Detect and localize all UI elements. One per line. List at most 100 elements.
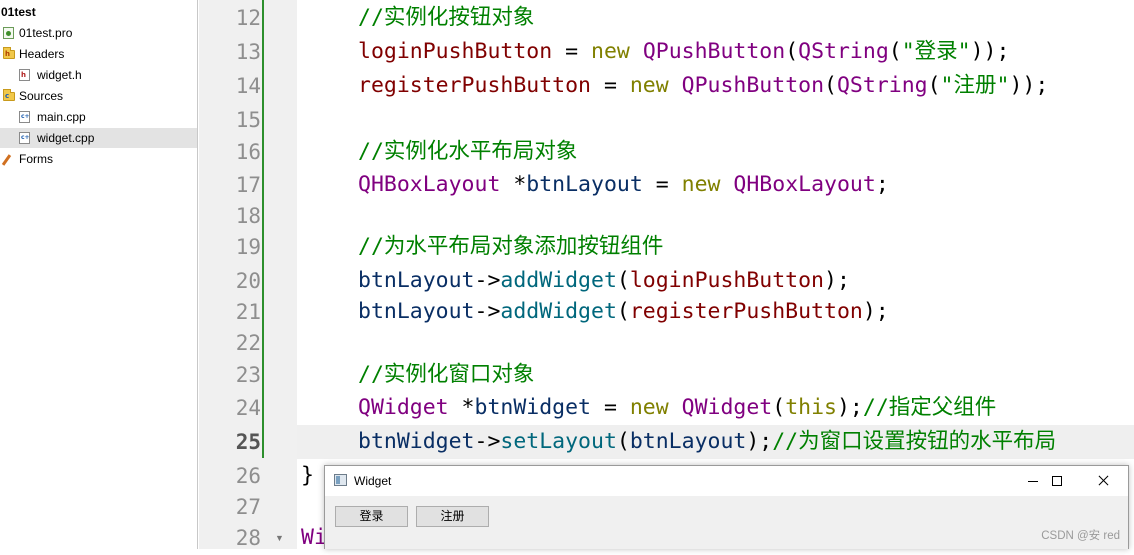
code-token: btnLayout [358, 299, 475, 324]
header-file-icon: h [19, 69, 30, 81]
code-line-21[interactable]: btnLayout->addWidget(registerPushButton)… [358, 295, 889, 329]
code-string: "注册" [940, 73, 1010, 98]
code-token: -> [474, 299, 501, 324]
line-number: 13 [235, 40, 261, 64]
code-line-13[interactable]: loginPushButton = new QPushButton(QStrin… [358, 35, 1009, 69]
tree-item-label: Headers [19, 47, 65, 61]
line-number: 24 [235, 396, 261, 420]
cpp-file-icon: c+ [19, 111, 30, 123]
fold-arrow-icon[interactable]: ▼ [275, 533, 284, 543]
code-line-12[interactable]: //实例化按钮对象 [358, 1, 534, 35]
code-token: -> [474, 429, 501, 454]
code-line-20[interactable]: btnLayout->addWidget(loginPushButton); [358, 264, 850, 298]
tree-item-label: widget.h [37, 68, 82, 82]
code-token: QString [836, 73, 928, 98]
window-title-bar[interactable]: Widget [325, 466, 1128, 496]
code-token: = [591, 73, 630, 98]
tree-item-forms[interactable]: Forms [0, 149, 197, 169]
code-token: ; [875, 172, 889, 197]
code-token: btnWidget [474, 395, 592, 420]
pro-file-icon [3, 27, 14, 39]
code-line-24[interactable]: QWidget *btnWidget = new QWidget(this);/… [358, 391, 996, 425]
code-token: ); [836, 395, 863, 420]
code-line-25[interactable]: btnWidget->setLayout(btnLayout);//为窗口设置按… [358, 425, 1056, 459]
code-comment: //为窗口设置按钮的水平布局 [772, 429, 1057, 454]
code-token: = [552, 39, 592, 64]
code-token: -> [474, 268, 501, 293]
code-token: QPushButton [642, 39, 786, 64]
code-comment: //指定父组件 [862, 395, 997, 420]
tree-item-label: Sources [19, 89, 64, 103]
code-token: addWidget [500, 268, 617, 293]
line-number: 22 [235, 331, 261, 355]
code-token: ); [746, 429, 773, 454]
code-string: "登录" [901, 39, 971, 64]
code-token: QHBoxLayout [358, 172, 501, 197]
code-token: * [448, 395, 475, 420]
code-token: ( [927, 73, 941, 98]
code-line-16[interactable]: //实例化水平布局对象 [358, 135, 577, 169]
line-number: 12 [235, 6, 261, 30]
code-token: btnLayout [358, 268, 475, 293]
code-token: ); [862, 299, 889, 324]
line-number: 14 [235, 74, 261, 98]
code-token: )); [970, 39, 1010, 64]
app-window-icon [334, 474, 347, 486]
code-token: addWidget [500, 299, 617, 324]
line-number: 17 [235, 173, 261, 197]
code-token: QWidget [358, 395, 449, 420]
code-token: loginPushButton [629, 268, 825, 293]
line-number: 15 [235, 108, 261, 132]
code-token: btnWidget [358, 429, 475, 454]
code-line-19[interactable]: //为水平布局对象添加按钮组件 [358, 230, 663, 264]
code-token: QWidget [681, 395, 773, 420]
line-number: 19 [235, 235, 261, 259]
code-token: ( [772, 395, 786, 420]
login-button[interactable]: 登录 [335, 506, 408, 527]
code-token: registerPushButton [358, 73, 591, 98]
maximize-icon[interactable] [1034, 466, 1080, 496]
line-number: 16 [235, 140, 261, 164]
line-number: 23 [235, 363, 261, 387]
register-button[interactable]: 注册 [416, 506, 489, 527]
tree-item-main-cpp[interactable]: c+ main.cpp [0, 107, 197, 127]
line-number: 26 [235, 464, 261, 488]
tree-item-label: widget.cpp [37, 131, 95, 145]
tree-item-label: 01test.pro [19, 26, 73, 40]
code-token: ( [616, 268, 630, 293]
code-token: ( [888, 39, 902, 64]
code-line-14[interactable]: registerPushButton = new QPushButton(QSt… [358, 69, 1048, 103]
tree-item-widget-cpp[interactable]: c+ widget.cpp [0, 128, 197, 148]
code-token: QPushButton [681, 73, 825, 98]
code-token: new [629, 395, 669, 420]
code-token: loginPushButton [358, 39, 553, 64]
widget-window[interactable]: Widget 登录 注册 [324, 465, 1129, 549]
code-token: this [785, 395, 837, 420]
tree-root-label: 01test [1, 5, 36, 19]
project-tree: 01test 01test.pro h Headers h widget.h c… [0, 0, 198, 549]
tree-item-headers[interactable]: h Headers [0, 44, 197, 64]
code-token: new [591, 39, 630, 64]
code-token: new [629, 73, 669, 98]
tree-item-label: main.cpp [37, 110, 86, 124]
code-token: )); [1009, 73, 1049, 98]
code-token: = [591, 395, 630, 420]
code-token: ); [824, 268, 850, 293]
code-line-26[interactable]: } [301, 459, 314, 493]
code-token: ( [824, 73, 837, 98]
tree-item-sources[interactable]: c Sources [0, 86, 197, 106]
code-line-23[interactable]: //实例化窗口对象 [358, 358, 534, 392]
tree-root-01test[interactable]: 01test [0, 2, 197, 22]
code-line-17[interactable]: QHBoxLayout *btnLayout = new QHBoxLayout… [358, 168, 889, 202]
tree-item-01test-pro[interactable]: 01test.pro [0, 23, 197, 43]
close-icon[interactable] [1080, 466, 1126, 496]
line-number: 18 [235, 204, 261, 228]
csdn-watermark: CSDN @安 red [1041, 530, 1120, 542]
code-line-28[interactable]: Wi [301, 521, 327, 555]
tree-item-widget-h[interactable]: h widget.h [0, 65, 197, 85]
code-comment: //实例化窗口对象 [358, 362, 535, 387]
